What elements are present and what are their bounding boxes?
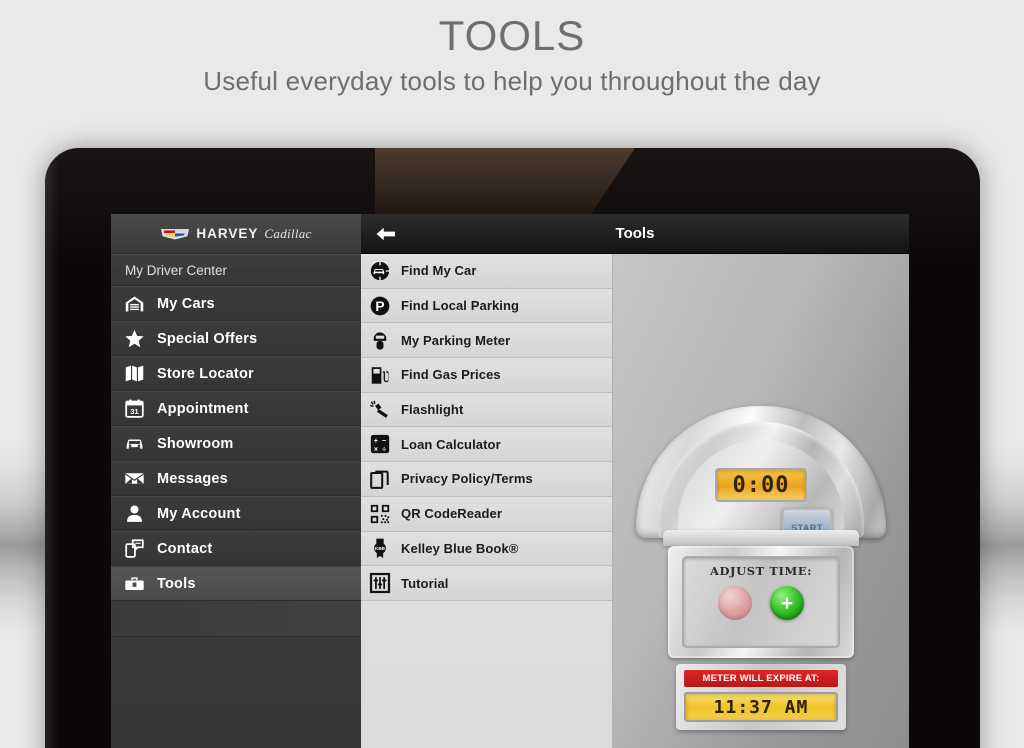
- expire-banner-label: METER WILL EXPIRE AT:: [684, 670, 838, 687]
- sidebar-item-special-offers[interactable]: Special Offers: [111, 321, 361, 356]
- tool-item-find-gas-prices[interactable]: Find Gas Prices: [361, 358, 612, 393]
- content-area: Tools Find My Car P Find Local Parking M…: [361, 214, 909, 748]
- sidebar: HARVEY Cadillac My Driver Center My Cars: [111, 214, 361, 748]
- navigation-bar: Tools: [361, 214, 909, 254]
- car-icon: [123, 433, 145, 455]
- svg-text:P: P: [375, 299, 384, 314]
- page-header: TOOLS Useful everyday tools to help you …: [0, 12, 1024, 97]
- sidebar-item-label: Store Locator: [157, 365, 254, 382]
- brand-header: HARVEY Cadillac: [111, 214, 361, 254]
- tool-item-label: Flashlight: [401, 402, 464, 418]
- meter-head: 0:00 START: [636, 406, 886, 538]
- sidebar-section-header: My Driver Center: [111, 254, 361, 286]
- qr-code-icon: [369, 503, 391, 525]
- flashlight-icon: [369, 399, 391, 421]
- sidebar-empty-area: [111, 636, 361, 748]
- tool-item-label: QR CodeReader: [401, 506, 502, 522]
- tool-item-kelley-blue-book[interactable]: KBB Kelley Blue Book®: [361, 531, 612, 567]
- sidebar-item-label: Contact: [157, 540, 213, 557]
- svg-text:÷: ÷: [382, 445, 386, 454]
- tool-item-label: Find Gas Prices: [401, 367, 501, 383]
- sidebar-item-label: Special Offers: [157, 330, 258, 347]
- kbb-badge-icon: KBB: [369, 537, 391, 559]
- meter-time-value: 0:00: [732, 472, 790, 498]
- sidebar-item-label: Messages: [157, 470, 228, 487]
- tool-item-tutorial[interactable]: Tutorial: [361, 566, 612, 601]
- page-title: TOOLS: [438, 12, 586, 59]
- sidebar-item-showroom[interactable]: Showroom: [111, 426, 361, 461]
- sidebar-item-my-account[interactable]: My Account: [111, 496, 361, 531]
- sidebar-item-label: Tools: [157, 575, 196, 592]
- sliders-icon: [369, 572, 391, 594]
- svg-text:×: ×: [374, 445, 378, 454]
- tablet-screen: HARVEY Cadillac My Driver Center My Cars: [111, 214, 909, 748]
- calendar-icon: 31: [123, 398, 145, 420]
- detail-pane: 0:00 START ADJUST TIME: − + METER WILL E…: [613, 254, 909, 748]
- page-subtitle: Useful everyday tools to help you throug…: [203, 66, 821, 97]
- documents-icon: [369, 468, 391, 490]
- tools-list-empty-area: [361, 600, 612, 748]
- panes: Find My Car P Find Local Parking My Park…: [361, 254, 909, 748]
- expire-time-value: 11:37 AM: [713, 696, 809, 718]
- tool-item-privacy-policy-terms[interactable]: Privacy Policy/Terms: [361, 462, 612, 497]
- toolbox-icon: [123, 573, 145, 595]
- sidebar-item-messages[interactable]: Messages: [111, 461, 361, 496]
- garage-icon: [123, 293, 145, 315]
- tool-item-label: My Parking Meter: [401, 332, 511, 348]
- star-icon: [123, 328, 145, 350]
- cadillac-crest-icon: [160, 227, 190, 240]
- tool-item-find-my-car[interactable]: Find My Car: [361, 254, 612, 289]
- adjust-time-label: ADJUST TIME:: [709, 564, 813, 578]
- car-locator-icon: [369, 260, 391, 282]
- expire-time-display: 11:37 AM: [684, 692, 838, 722]
- sidebar-item-label: Showroom: [157, 435, 234, 452]
- navbar-title: Tools: [615, 225, 655, 242]
- expire-panel: METER WILL EXPIRE AT: 11:37 AM: [676, 664, 846, 730]
- chat-phone-icon: [123, 538, 145, 560]
- svg-text:31: 31: [130, 407, 138, 416]
- sidebar-item-label: Appointment: [157, 400, 249, 417]
- sidebar-item-store-locator[interactable]: Store Locator: [111, 356, 361, 391]
- sidebar-item-appointment[interactable]: 31 Appointment: [111, 391, 361, 426]
- sidebar-item-tools[interactable]: Tools: [111, 566, 361, 601]
- calculator-icon: + − × ÷: [369, 433, 391, 455]
- map-icon: [123, 363, 145, 385]
- sidebar-item-label: My Account: [157, 505, 241, 522]
- svg-text:KBB: KBB: [375, 546, 386, 551]
- tool-item-label: Find My Car: [401, 263, 477, 279]
- adjust-time-panel: ADJUST TIME: − +: [682, 556, 840, 648]
- tool-item-find-local-parking[interactable]: P Find Local Parking: [361, 288, 612, 324]
- parking-p-icon: P: [369, 295, 391, 317]
- tool-item-qr-codereader[interactable]: QR CodeReader: [361, 496, 612, 532]
- brand-script: Cadillac: [264, 225, 312, 241]
- tablet-device: HARVEY Cadillac My Driver Center My Cars: [45, 148, 980, 748]
- meter-body: ADJUST TIME: − +: [668, 546, 854, 658]
- bezel-edge-highlight: [45, 148, 59, 748]
- gas-pump-icon: [369, 364, 391, 386]
- parking-meter-icon: [369, 329, 391, 351]
- sidebar-item-label: My Cars: [157, 295, 215, 312]
- decrease-time-button[interactable]: −: [718, 586, 752, 620]
- tool-item-label: Kelley Blue Book®: [401, 540, 519, 556]
- person-icon: [123, 503, 145, 525]
- sidebar-item-contact[interactable]: Contact: [111, 531, 361, 566]
- increase-time-button[interactable]: +: [770, 586, 804, 620]
- sidebar-item-my-cars[interactable]: My Cars: [111, 286, 361, 321]
- parking-meter-widget: 0:00 START ADJUST TIME: − + METER WILL E…: [636, 406, 886, 730]
- tool-item-label: Find Local Parking: [401, 298, 520, 314]
- tool-item-label: Privacy Policy/Terms: [401, 471, 533, 487]
- tool-item-my-parking-meter[interactable]: My Parking Meter: [361, 323, 612, 359]
- tools-list: Find My Car P Find Local Parking My Park…: [361, 254, 613, 748]
- meter-time-display: 0:00: [715, 468, 807, 502]
- adjust-time-buttons: − +: [684, 586, 838, 620]
- tool-item-label: Loan Calculator: [401, 436, 501, 452]
- envelope-icon: [123, 468, 145, 490]
- tool-item-flashlight[interactable]: Flashlight: [361, 392, 612, 428]
- meter-neck: [663, 530, 859, 546]
- tool-item-label: Tutorial: [401, 575, 449, 591]
- brand-name: HARVEY: [196, 226, 259, 241]
- tool-item-loan-calculator[interactable]: + − × ÷ Loan Calculator: [361, 427, 612, 463]
